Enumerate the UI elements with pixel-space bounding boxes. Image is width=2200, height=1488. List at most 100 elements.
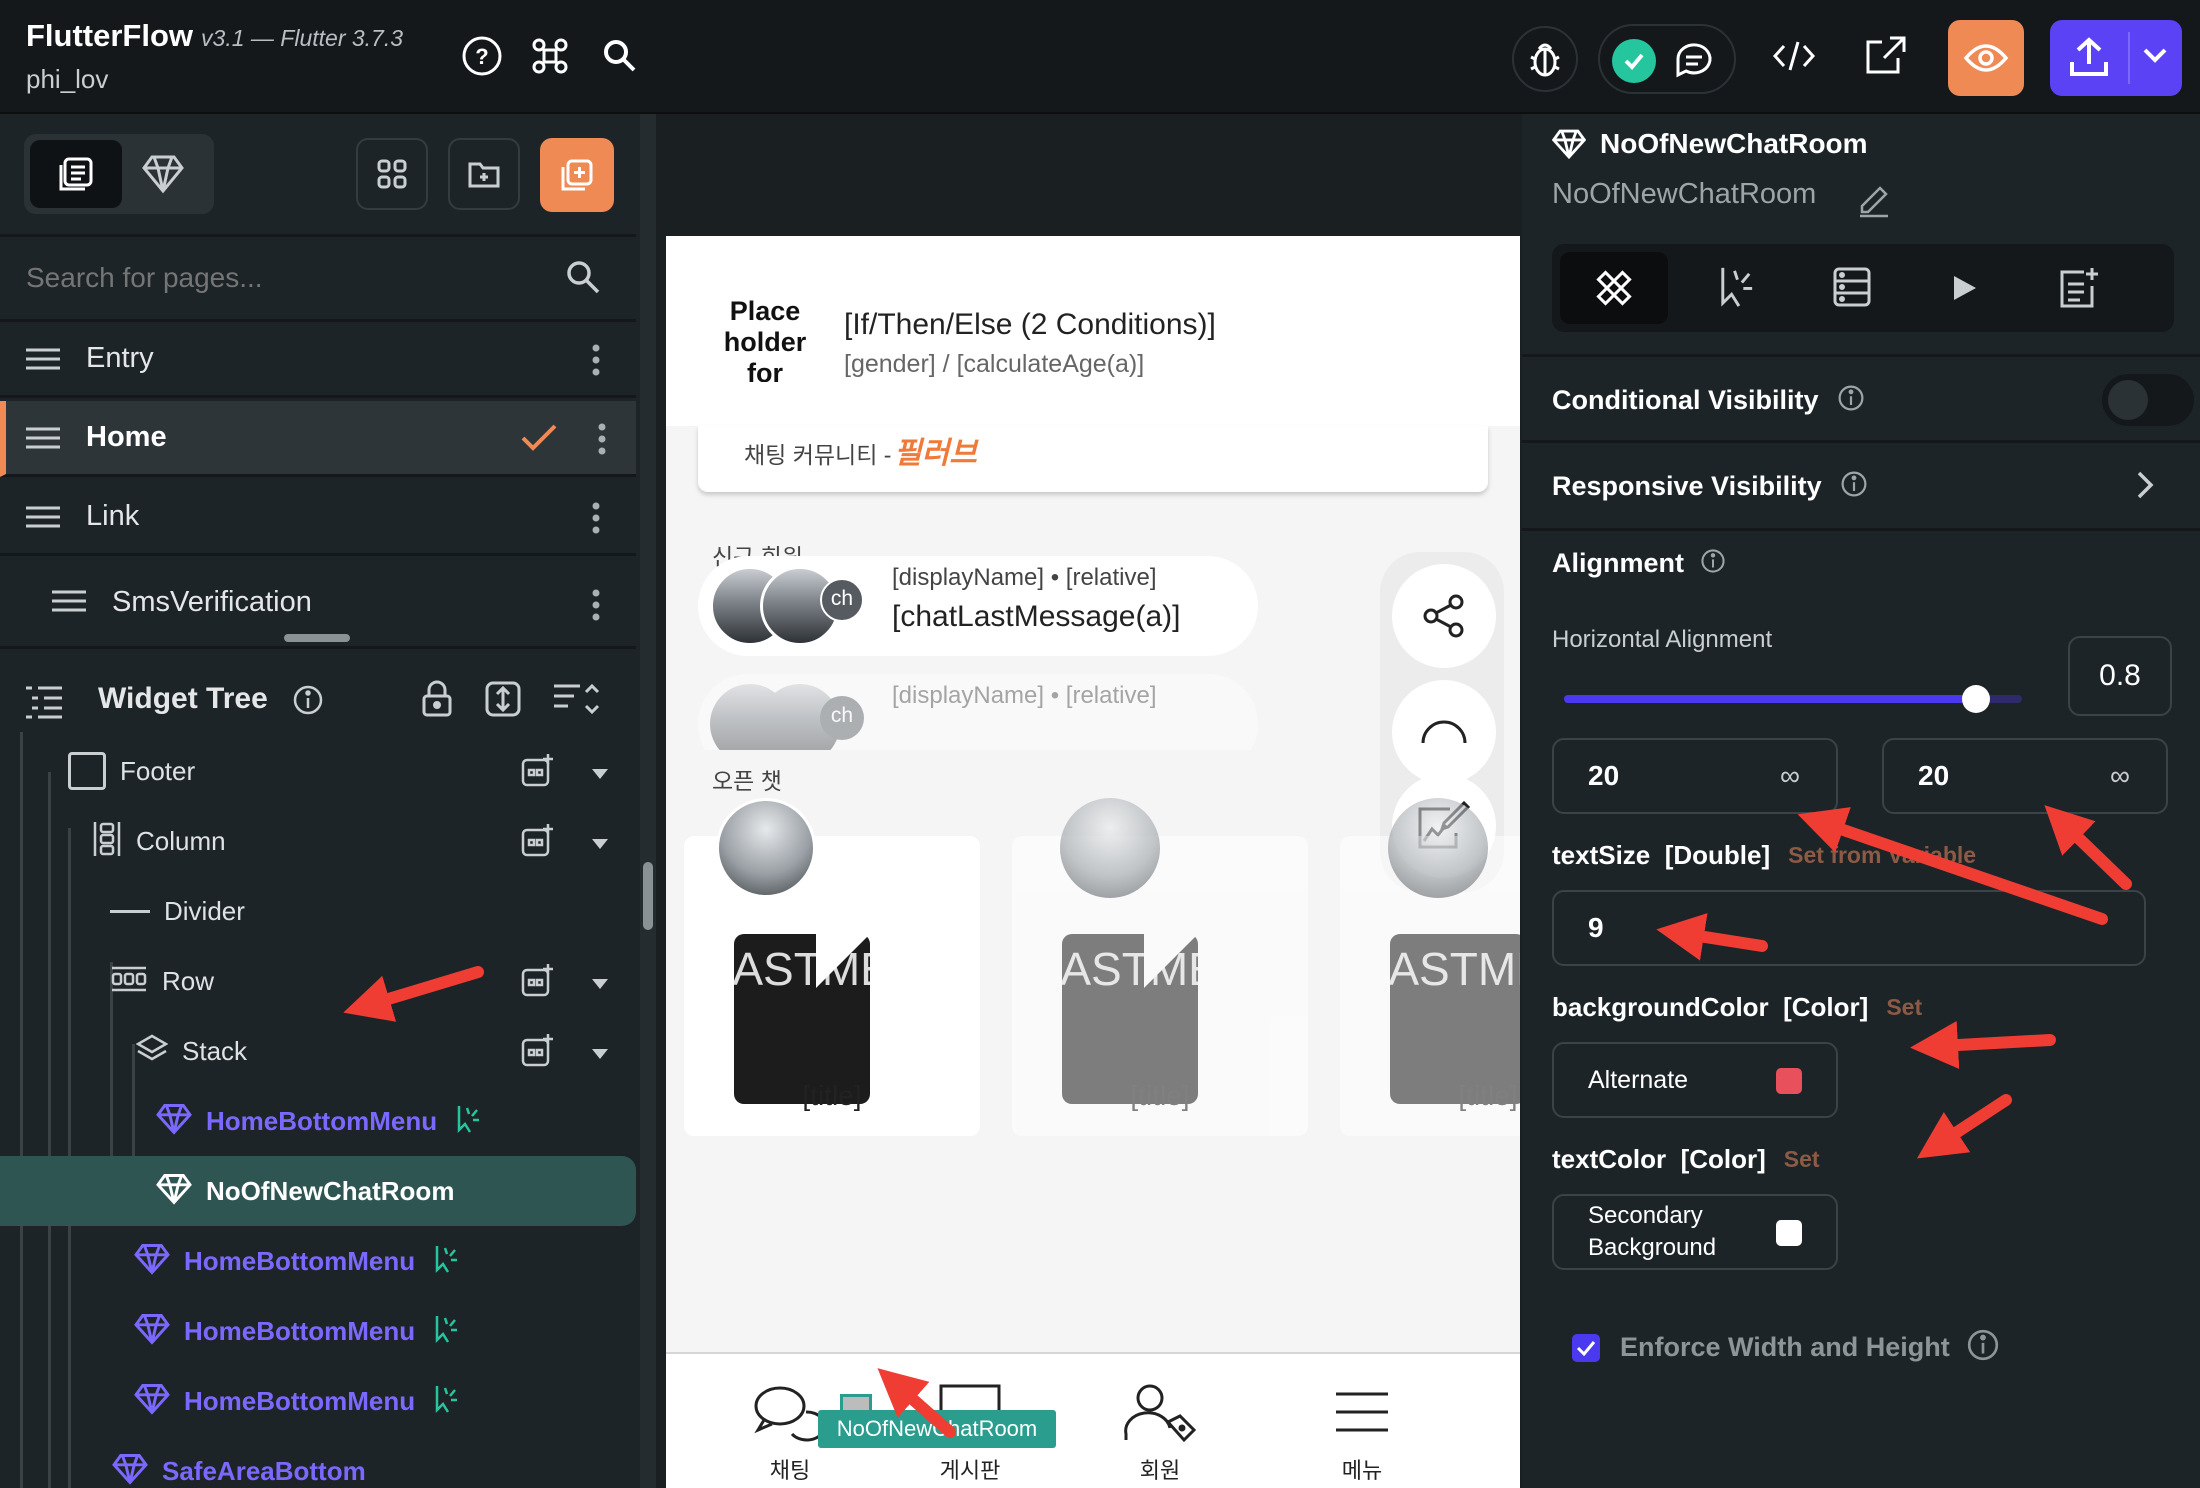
bgcolor-set-link[interactable]: Set [1886, 994, 1922, 1021]
info-icon[interactable] [292, 684, 324, 721]
page-label: SmsVerification [112, 585, 312, 618]
page-search-input[interactable] [26, 252, 546, 304]
add-child-icon[interactable] [520, 822, 556, 863]
chevron-down-icon[interactable] [2142, 46, 2168, 69]
tree-node-homebottommenu[interactable]: HomeBottomMenu [0, 1366, 636, 1436]
open-chat-card[interactable]: [LASTMESSAGEUP [title] [1012, 836, 1308, 1136]
bottom-nav: 채팅 게시판 회원 메뉴 [666, 1352, 1520, 1488]
lock-icon[interactable] [420, 680, 454, 723]
tree-node-row[interactable]: Row [0, 946, 636, 1016]
horizontal-alignment-slider[interactable] [1564, 684, 2022, 714]
more-vertical-icon[interactable] [592, 344, 600, 381]
open-external-icon[interactable] [1856, 26, 1916, 86]
left-panel: Entry Home Link SmsVerification Widget T… [0, 114, 640, 1488]
responsive-visibility-row[interactable]: Responsive Visibility [1552, 446, 2172, 526]
new-folder-button[interactable] [448, 138, 520, 210]
add-child-icon[interactable] [520, 962, 556, 1003]
more-vertical-icon[interactable] [592, 589, 600, 626]
comment-icon[interactable] [1672, 39, 1718, 88]
nav-item-members[interactable]: 회원 [1100, 1382, 1220, 1485]
textsize-field[interactable]: 9 [1552, 890, 2146, 966]
tree-node-noofnewchatroom[interactable]: NoOfNewChatRoom [0, 1156, 636, 1226]
add-child-icon[interactable] [520, 1032, 556, 1073]
search-icon[interactable] [564, 258, 602, 301]
scrollbar-thumb[interactable] [643, 862, 653, 930]
chevron-right-icon[interactable] [2136, 470, 2154, 505]
nav-item-menu[interactable]: 메뉴 [1302, 1382, 1422, 1485]
pages-icon [59, 157, 93, 191]
chevron-down-icon[interactable] [592, 836, 608, 854]
refresh-button[interactable] [1392, 680, 1496, 784]
grid-view-button[interactable] [356, 138, 428, 210]
tree-node-footer[interactable]: Footer [0, 736, 636, 806]
sort-tree-icon[interactable] [552, 682, 600, 721]
command-icon[interactable] [520, 26, 580, 86]
components-tab-icon[interactable] [142, 154, 184, 199]
debug-icon[interactable] [1512, 26, 1578, 92]
more-vertical-icon[interactable] [598, 423, 606, 460]
add-child-icon[interactable] [520, 752, 556, 793]
expand-collapse-icon[interactable] [484, 680, 522, 723]
more-vertical-icon[interactable] [592, 502, 600, 539]
drag-handle-icon [52, 590, 86, 612]
conditional-visibility-toggle[interactable] [2102, 374, 2194, 426]
page-row-link[interactable]: Link [0, 480, 636, 556]
edit-name-icon[interactable] [1856, 184, 1890, 223]
chevron-down-icon[interactable] [592, 766, 608, 784]
textcolor-field[interactable]: Secondary Background [1552, 1194, 1838, 1270]
info-icon[interactable] [1840, 470, 1868, 503]
search-icon[interactable] [590, 26, 650, 86]
chat-list-item[interactable]: ch [displayName] • [relative] [698, 674, 1258, 750]
tree-node-homebottommenu[interactable]: HomeBottomMenu [0, 1296, 636, 1366]
slider-thumb[interactable] [1962, 685, 1991, 713]
chevron-down-icon[interactable] [592, 976, 608, 994]
info-icon[interactable] [1700, 548, 1726, 579]
bgcolor-swatch[interactable] [1776, 1068, 1802, 1094]
resize-handle[interactable] [284, 634, 350, 642]
set-from-variable-link[interactable]: Set from Variable [1788, 842, 1976, 869]
infinity-icon[interactable]: ∞ [2110, 760, 2130, 792]
code-icon[interactable] [1764, 26, 1824, 86]
info-icon[interactable] [1837, 384, 1865, 417]
preview-button[interactable] [1948, 20, 2024, 96]
tree-node-homebottommenu[interactable]: HomeBottomMenu [0, 1086, 636, 1156]
share-button[interactable] [1392, 564, 1496, 668]
chevron-down-icon[interactable] [592, 1046, 608, 1064]
chat-list-item[interactable]: ch [displayName] • [relative] [chatLastM… [698, 556, 1258, 656]
panel-divider[interactable] [640, 114, 656, 1488]
nav-label: 게시판 [939, 1458, 1001, 1483]
profile-placeholder-image[interactable]: Place holder for [722, 296, 808, 382]
height-field[interactable]: 20 ∞ [1882, 738, 2168, 814]
textcolor-set-link[interactable]: Set [1784, 1146, 1820, 1173]
tree-node-safeareabottom[interactable]: SafeAreaBottom [0, 1436, 636, 1488]
help-icon[interactable]: ? [452, 26, 512, 86]
tree-node-label: Column [136, 825, 226, 856]
infinity-icon[interactable]: ∞ [1780, 760, 1800, 792]
width-field[interactable]: 20 ∞ [1552, 738, 1838, 814]
tab-animation-icon[interactable] [1952, 274, 1978, 307]
enforce-size-checkbox[interactable] [1572, 1333, 1600, 1362]
tree-node-stack[interactable]: Stack [0, 1016, 636, 1086]
page-row-home[interactable]: Home [0, 401, 636, 477]
page-row-entry[interactable]: Entry [0, 322, 636, 398]
page-search-bar[interactable] [0, 238, 636, 318]
tree-node-homebottommenu[interactable]: HomeBottomMenu [0, 1226, 636, 1296]
info-icon[interactable] [1966, 1328, 2000, 1367]
publish-button[interactable] [2050, 20, 2182, 96]
textcolor-swatch[interactable] [1776, 1220, 1802, 1246]
action-icon [431, 1244, 461, 1279]
tree-node-divider[interactable]: Divider [0, 876, 636, 946]
check-status-icon[interactable] [1612, 39, 1656, 83]
bgcolor-field[interactable]: Alternate [1552, 1042, 1838, 1118]
tab-properties[interactable] [1560, 252, 1668, 324]
add-page-button[interactable] [540, 138, 614, 212]
nav-label: 회원 [1139, 1458, 1181, 1483]
tab-documentation-icon[interactable] [2058, 266, 2100, 315]
pages-tab[interactable] [30, 140, 122, 208]
tab-actions-icon[interactable] [1714, 264, 1758, 315]
project-name[interactable]: phi_lov [26, 64, 108, 95]
add-page-icon [561, 159, 593, 191]
alignment-value-field[interactable]: 0.8 [2068, 636, 2172, 716]
tree-node-column[interactable]: Column [0, 806, 636, 876]
tab-backend-query-icon[interactable] [1832, 266, 1872, 313]
